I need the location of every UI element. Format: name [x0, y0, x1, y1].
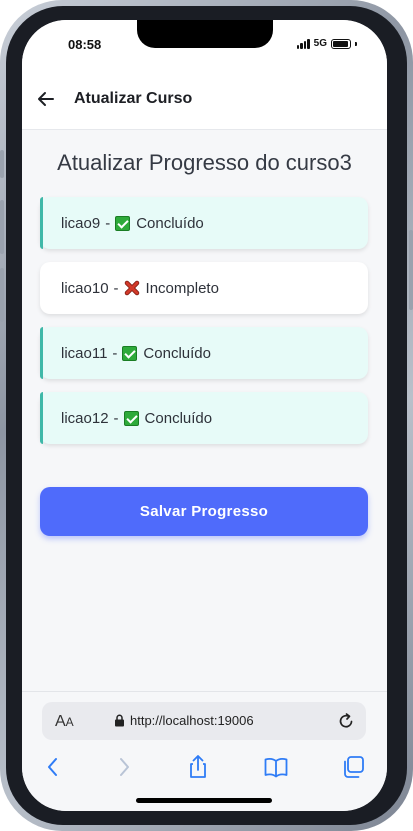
lock-icon: [115, 714, 124, 727]
status-time: 08:58: [68, 37, 102, 52]
check-box-icon: [122, 345, 138, 361]
app-header: Atualizar Curso: [22, 70, 387, 130]
lesson-separator: -: [105, 214, 111, 232]
lesson-item-licao11[interactable]: licao11 - Concluído: [40, 327, 368, 379]
arrow-left-icon[interactable]: [36, 89, 56, 109]
lesson-name: licao10: [61, 279, 109, 297]
battery-tip: [355, 41, 357, 46]
save-progress-button[interactable]: Salvar Progresso: [40, 487, 368, 536]
book-icon[interactable]: [263, 754, 289, 780]
phone-side-button-action: [0, 150, 4, 178]
lesson-status: Concluído: [136, 214, 204, 232]
url-text: http://localhost:19006: [130, 713, 254, 728]
text-size-label-large: A: [55, 713, 66, 730]
lesson-item-licao12[interactable]: licao12 - Concluído: [40, 392, 368, 444]
status-indicators: 5G: [296, 38, 357, 49]
phone-side-button-volume-down: [0, 268, 4, 322]
lesson-status: Concluído: [143, 344, 211, 362]
page-title: Atualizar Progresso do curso3: [57, 150, 352, 175]
text-size-button[interactable]: AA: [55, 713, 74, 731]
phone-side-button-volume-up: [0, 200, 4, 254]
battery-icon: [331, 38, 351, 49]
phone-side-button-power: [409, 230, 413, 310]
lesson-name: licao12: [61, 409, 109, 427]
chevron-right-icon[interactable]: [111, 754, 137, 780]
network-type: 5G: [313, 38, 327, 49]
signal-icon: [296, 38, 310, 49]
lesson-item-licao9[interactable]: licao9 - Concluído: [40, 197, 368, 249]
lesson-separator: -: [113, 279, 119, 297]
reload-icon[interactable]: [336, 711, 356, 731]
lesson-item-licao10[interactable]: licao10 - Incompleto: [40, 262, 368, 314]
lesson-separator: -: [113, 409, 119, 427]
text-size-label-small: A: [65, 715, 74, 729]
share-icon[interactable]: [185, 754, 211, 780]
screen: 08:58 5G Atualizar Curso Atualizar Progr…: [22, 20, 387, 811]
header-title: Atualizar Curso: [74, 90, 193, 107]
lesson-name: licao11: [61, 344, 108, 362]
tabs-icon[interactable]: [340, 754, 366, 780]
browser-nav-row: [22, 754, 387, 784]
lesson-status: Incompleto: [145, 279, 219, 297]
lesson-separator: -: [112, 344, 118, 362]
browser-toolbar: AA http://localhost:19006: [22, 691, 387, 811]
lesson-name: licao9: [61, 214, 101, 232]
status-bar: 08:58 5G: [22, 20, 387, 70]
lesson-status: Concluído: [144, 409, 213, 427]
lesson-list: licao9 - Concluído licao10 - Incompleto …: [40, 197, 368, 457]
dynamic-island: [137, 20, 273, 48]
home-indicator: [136, 798, 272, 803]
chevron-left-icon[interactable]: [40, 754, 66, 780]
address-bar[interactable]: AA http://localhost:19006: [42, 702, 366, 740]
cross-mark-icon: [124, 280, 139, 296]
check-box-icon: [123, 410, 139, 426]
check-box-icon: [115, 215, 131, 231]
